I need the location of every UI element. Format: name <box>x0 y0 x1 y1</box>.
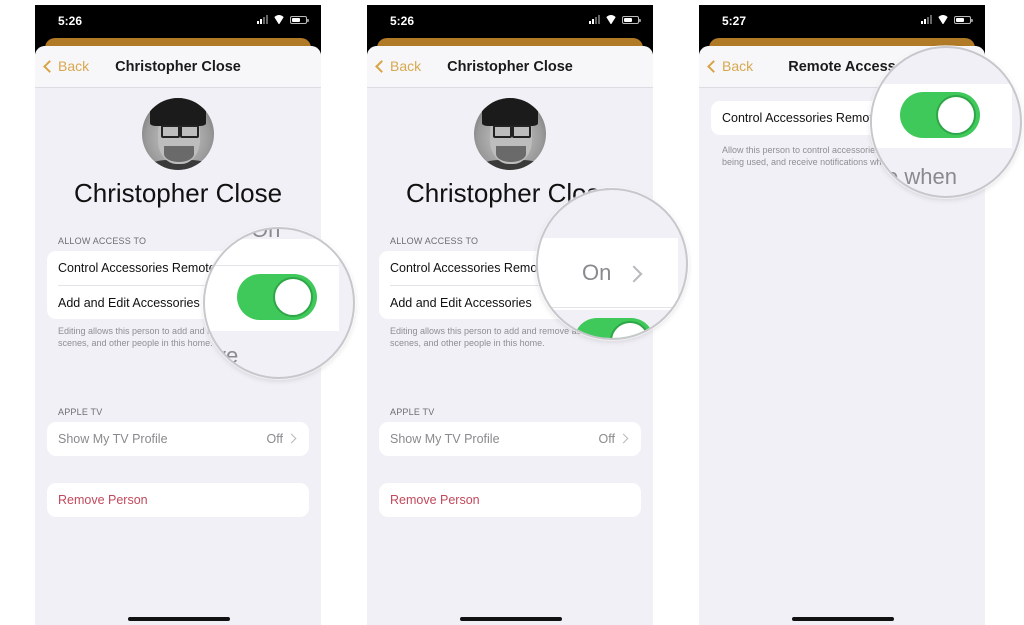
person-name: Christopher Close <box>73 178 283 208</box>
apple-tv-group: Show My TV Profile Off <box>379 422 641 456</box>
wifi-icon <box>273 15 285 24</box>
magnifier-lens-on-value: On <box>536 188 688 340</box>
remove-person-button[interactable]: Remove Person <box>47 483 309 517</box>
wifi-icon <box>605 15 617 24</box>
section-header-allow-access: ALLOW ACCESS TO <box>390 236 479 246</box>
section-header-allow-access: ALLOW ACCESS TO <box>58 236 147 246</box>
status-bar: 5:27 <box>699 5 985 37</box>
wifi-icon <box>937 15 949 24</box>
status-time: 5:27 <box>722 14 747 28</box>
row-label: Add and Edit Accessories <box>58 295 200 310</box>
cellular-signal-icon <box>921 15 932 24</box>
battery-icon <box>290 15 309 24</box>
row-label: Show My TV Profile <box>58 432 168 446</box>
remove-person-group: Remove Person <box>379 483 641 517</box>
row-label: Add and Edit Accessories <box>390 295 532 310</box>
magnified-toggle <box>900 92 980 138</box>
navigation-bar: Back Christopher Close <box>367 46 653 88</box>
nav-title: Christopher Close <box>447 59 573 75</box>
magnified-toggle <box>574 318 654 338</box>
avatar <box>474 98 546 170</box>
home-indicator <box>128 617 230 621</box>
row-value: Off <box>266 432 283 446</box>
avatar <box>142 98 214 170</box>
battery-icon <box>622 15 641 24</box>
cellular-signal-icon <box>257 15 268 24</box>
status-bar: 5:26 <box>367 5 653 37</box>
row-label: Control Accessories Remotely <box>722 111 889 125</box>
section-header-apple-tv: APPLE TV <box>58 407 103 417</box>
row-label: Remove Person <box>58 493 148 507</box>
cellular-signal-icon <box>589 15 600 24</box>
row-label: Control Accessories Remotely <box>390 261 557 275</box>
section-header-apple-tv: APPLE TV <box>390 407 435 417</box>
status-time: 5:26 <box>58 14 83 28</box>
chevron-right-icon <box>286 433 297 444</box>
row-label: Show My TV Profile <box>390 432 500 446</box>
chevron-right-icon <box>618 433 629 444</box>
status-bar: 5:26 <box>35 5 321 37</box>
magnified-footer-text: ve <box>215 343 239 368</box>
remove-person-button[interactable]: Remove Person <box>379 483 641 517</box>
apple-tv-group: Show My TV Profile Off <box>47 422 309 456</box>
home-indicator <box>460 617 562 621</box>
nav-title: Christopher Close <box>115 59 241 75</box>
battery-icon <box>954 15 973 24</box>
row-label: Control Accessories Remotely <box>58 261 225 275</box>
magnifier-lens-remote-toggle: e when <box>870 46 1022 198</box>
remove-person-group: Remove Person <box>47 483 309 517</box>
magnified-footer-text: e when <box>886 164 957 189</box>
row-label: Remove Person <box>390 493 480 507</box>
home-indicator <box>792 617 894 621</box>
magnified-value-text: On <box>582 260 612 285</box>
row-show-tv-profile[interactable]: Show My TV Profile Off <box>379 422 641 456</box>
status-time: 5:26 <box>390 14 415 28</box>
navigation-bar: Back Christopher Close <box>35 46 321 88</box>
row-show-tv-profile[interactable]: Show My TV Profile Off <box>47 422 309 456</box>
magnifier-lens-toggle: On ve <box>203 227 355 379</box>
magnified-toggle <box>237 274 317 320</box>
row-value: Off <box>598 432 615 446</box>
